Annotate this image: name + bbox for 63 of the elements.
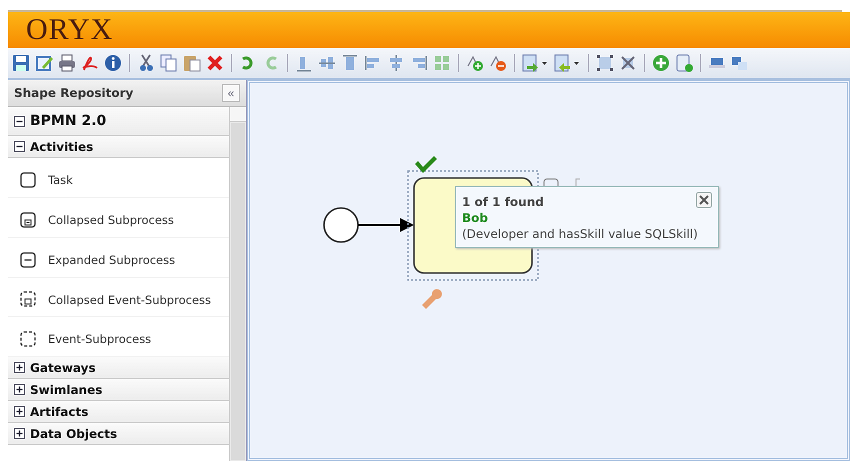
category-label: Data Objects bbox=[30, 426, 118, 441]
expanded-subprocess-icon bbox=[20, 252, 36, 268]
new-document-icon[interactable] bbox=[675, 54, 693, 72]
category-header[interactable]: Gateways bbox=[8, 357, 229, 380]
close-icon[interactable] bbox=[696, 192, 712, 208]
category-header[interactable]: Swimlanes bbox=[8, 379, 229, 402]
deselect-icon[interactable] bbox=[619, 54, 637, 72]
category-label: Swimlanes bbox=[30, 382, 102, 397]
shape-item[interactable]: Task bbox=[8, 158, 229, 198]
category-header[interactable]: Data Objects bbox=[8, 423, 229, 446]
align-middle-icon[interactable] bbox=[318, 54, 336, 72]
category-label: Artifacts bbox=[30, 404, 88, 419]
scissors-icon[interactable] bbox=[137, 54, 155, 72]
result-count: 1 of 1 found bbox=[462, 194, 545, 210]
pdf-icon[interactable] bbox=[81, 54, 99, 72]
collapsed-subprocess-icon bbox=[20, 212, 36, 228]
collapse-toggle-icon[interactable] bbox=[14, 116, 25, 126]
collapsed-event-subprocess-icon bbox=[20, 291, 36, 308]
remove-docker-icon[interactable] bbox=[489, 54, 507, 72]
task-icon bbox=[20, 172, 36, 188]
expand-toggle-icon[interactable] bbox=[14, 384, 25, 396]
add-icon[interactable] bbox=[652, 54, 670, 72]
logo: ORYX bbox=[26, 13, 114, 47]
align-left-icon[interactable] bbox=[364, 54, 382, 72]
export-icon[interactable] bbox=[554, 54, 581, 72]
check-icon[interactable] bbox=[415, 156, 437, 173]
copy-icon[interactable] bbox=[160, 54, 178, 72]
sequence-flow-arrow bbox=[358, 218, 414, 232]
collapse-toggle-icon[interactable] bbox=[14, 141, 25, 152]
result-name[interactable]: Bob bbox=[462, 210, 712, 226]
align-bottom-icon[interactable] bbox=[295, 54, 313, 72]
expand-toggle-icon[interactable] bbox=[14, 406, 25, 418]
scroll-thumb[interactable] bbox=[231, 123, 245, 460]
delete-icon[interactable] bbox=[206, 54, 224, 72]
save-icon[interactable] bbox=[12, 54, 30, 72]
panel-title: Shape Repository bbox=[14, 86, 134, 100]
align-center-icon[interactable] bbox=[387, 54, 405, 72]
align-top-icon[interactable] bbox=[341, 54, 359, 72]
category-label: Gateways bbox=[30, 360, 96, 375]
category-label: BPMN 2.0 bbox=[30, 113, 106, 129]
shape-item[interactable]: Collapsed Event-Subprocess bbox=[8, 278, 229, 318]
align-right-icon[interactable] bbox=[410, 54, 428, 72]
send-back-icon[interactable] bbox=[731, 54, 749, 72]
category-label: Activities bbox=[30, 140, 94, 154]
shape-item[interactable]: Expanded Subprocess bbox=[8, 238, 229, 278]
select-icon[interactable] bbox=[596, 54, 614, 72]
category-header[interactable]: BPMN 2.0 bbox=[8, 107, 229, 136]
expand-toggle-icon[interactable] bbox=[14, 428, 25, 440]
print-icon[interactable] bbox=[58, 54, 76, 72]
info-icon[interactable] bbox=[104, 54, 122, 72]
expand-toggle-icon[interactable] bbox=[14, 362, 25, 374]
paste-icon[interactable] bbox=[183, 54, 201, 72]
import-icon[interactable] bbox=[522, 54, 549, 72]
collapse-button[interactable]: « bbox=[222, 84, 240, 102]
start-event bbox=[323, 207, 359, 243]
category-header[interactable]: Activities bbox=[8, 136, 229, 158]
category-header[interactable]: Artifacts bbox=[8, 401, 229, 424]
edit-icon[interactable] bbox=[35, 54, 53, 72]
result-detail: (Developer and hasSkill value SQLSkill) bbox=[462, 226, 699, 242]
event-subprocess-icon bbox=[20, 331, 36, 348]
scrollbar[interactable] bbox=[229, 107, 246, 461]
shape-item[interactable]: Collapsed Subprocess bbox=[8, 198, 229, 238]
add-docker-icon[interactable] bbox=[466, 54, 484, 72]
